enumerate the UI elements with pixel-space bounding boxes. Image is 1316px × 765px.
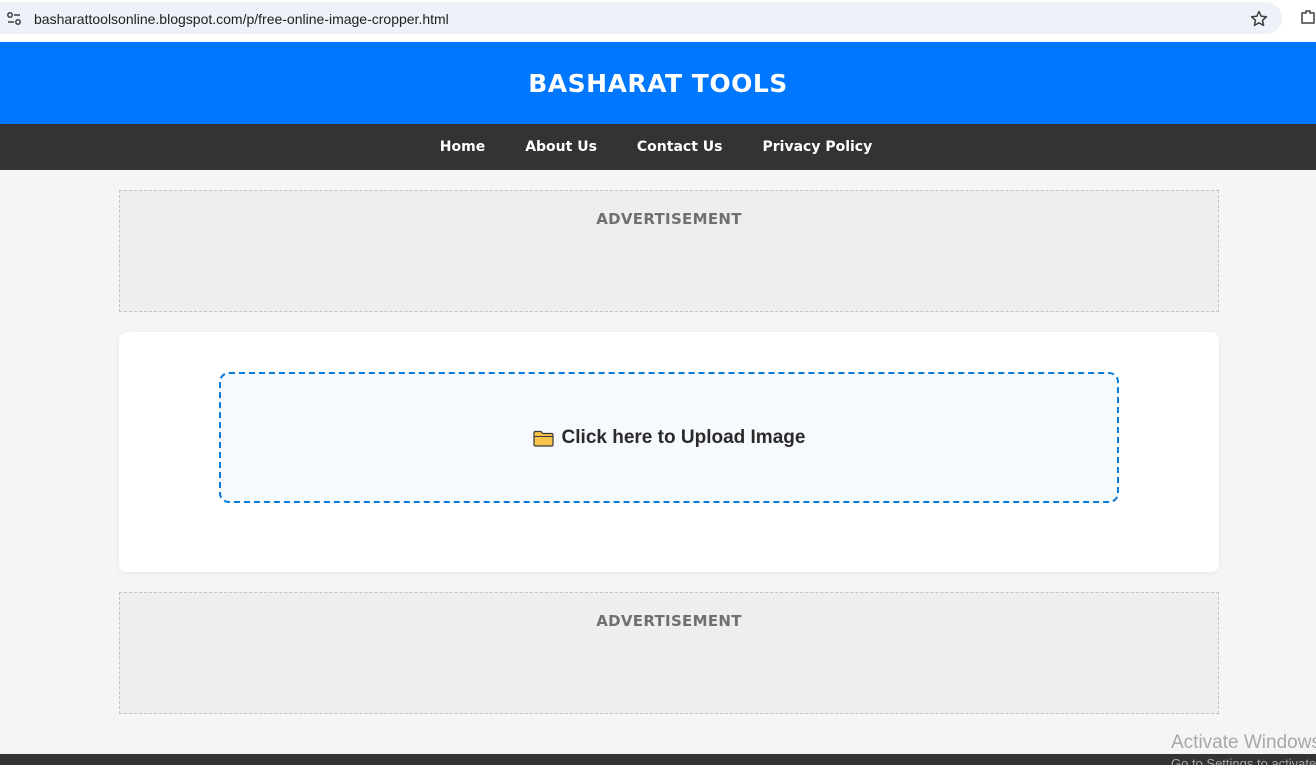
activate-windows-subtitle: Go to Settings to activate Windows. <box>1171 756 1316 765</box>
url-text[interactable]: basharattoolsonline.blogspot.com/p/free-… <box>34 11 449 27</box>
upload-dropzone[interactable]: Click here to Upload Image <box>219 372 1119 503</box>
advertisement-bottom: ADVERTISEMENT <box>119 592 1219 714</box>
extensions-icon[interactable] <box>1300 9 1316 25</box>
browser-toolbar: basharattoolsonline.blogspot.com/p/free-… <box>0 0 1316 42</box>
nav-item-contact-us[interactable]: Contact Us <box>637 139 723 155</box>
advertisement-top: ADVERTISEMENT <box>119 190 1219 312</box>
footer <box>0 754 1316 765</box>
upload-label[interactable]: Click here to Upload Image <box>562 427 806 449</box>
main-nav: Home About Us Contact Us Privacy Policy <box>0 124 1316 170</box>
site-title: BASHARAT TOOLS <box>528 68 788 98</box>
site-info-icon[interactable] <box>6 11 22 27</box>
folder-icon <box>532 430 554 447</box>
nav-item-home[interactable]: Home <box>440 139 485 155</box>
nav-item-privacy-policy[interactable]: Privacy Policy <box>762 139 872 155</box>
site-header: BASHARAT TOOLS <box>0 42 1316 124</box>
advertisement-label: ADVERTISEMENT <box>596 210 742 228</box>
address-bar[interactable]: basharattoolsonline.blogspot.com/p/free-… <box>0 2 1282 34</box>
activate-windows-title: Activate Windows <box>1171 732 1316 753</box>
tool-card: Click here to Upload Image <box>119 332 1219 572</box>
bookmark-star-icon[interactable] <box>1249 9 1269 29</box>
advertisement-label: ADVERTISEMENT <box>596 612 742 630</box>
nav-item-about-us[interactable]: About Us <box>525 139 597 155</box>
